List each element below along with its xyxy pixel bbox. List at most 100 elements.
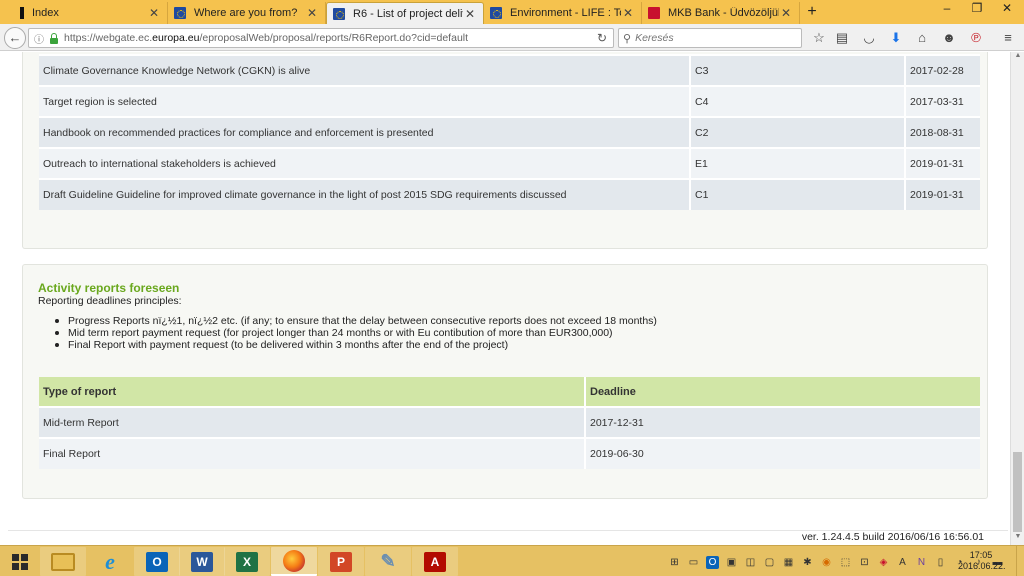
taskbar-outlook[interactable]: O (134, 547, 180, 576)
maximize-icon[interactable]: ❐ (962, 0, 992, 18)
menu-icon[interactable]: ≡ (999, 29, 1017, 47)
tab-close-icon[interactable]: ✕ (463, 7, 477, 21)
scrollbar-thumb[interactable] (1013, 452, 1022, 532)
table-row: Outreach to international stakeholders i… (39, 147, 980, 179)
tab-title: Environment - LIFE : Toolk... (510, 7, 621, 19)
taskbar-paint[interactable]: ✎ (365, 547, 411, 576)
onenote-icon[interactable]: N (915, 556, 928, 569)
back-arrow-icon[interactable]: ← (4, 27, 26, 49)
eu-flag-icon (490, 7, 502, 19)
calendar-icon[interactable]: ▦ (782, 556, 795, 569)
tab-mkb-bank[interactable]: MKB Bank - Üdvözöljük az... ✕ (642, 2, 800, 24)
taskbar-file-explorer[interactable] (40, 547, 86, 576)
tab-environment-life[interactable]: Environment - LIFE : Toolk... ✕ (484, 2, 642, 24)
deliverables-table: Climate Governance Knowledge Network (CG… (39, 54, 980, 210)
tab-close-icon[interactable]: ✕ (147, 6, 161, 20)
deliverable-name: Draft Guideline Guideline for improved c… (39, 178, 691, 210)
url-text[interactable]: https://webgate.ec.europa.eu/eproposalWe… (64, 32, 468, 44)
version-info: ver. 1.24.4.5 build 2016/06/16 16:56.01 (801, 531, 984, 543)
deliverable-date: 2019-01-31 (905, 147, 980, 179)
table-header-row: Type of report Deadline (39, 377, 980, 407)
paint-icon: ✎ (380, 551, 396, 571)
table-row: Final Report 2019-06-30 (39, 437, 980, 469)
pinterest-icon[interactable]: ℗ (967, 29, 985, 47)
principles-list: Progress Reports nï¿½1, nï¿½2 etc. (if a… (55, 315, 657, 351)
scroll-up-arrow-icon[interactable]: ▲ (1011, 52, 1024, 64)
reading-list-icon[interactable]: ▤ (833, 29, 851, 47)
url-domain: europa.eu (152, 32, 200, 44)
gear-icon[interactable]: ✱ (801, 556, 814, 569)
taskbar-word[interactable]: W (179, 547, 225, 576)
tab-where-are-you-from[interactable]: Where are you from? ✕ (168, 2, 326, 24)
deliverable-name: Handbook on recommended practices for co… (39, 116, 691, 148)
lock-icon[interactable] (48, 33, 60, 44)
vertical-scrollbar[interactable]: ▲ ▼ (1010, 52, 1024, 545)
url-prefix: https://webgate.ec. (64, 32, 153, 44)
table-row: Mid-term Report 2017-12-31 (39, 406, 980, 438)
taskbar-firefox[interactable] (271, 547, 317, 576)
minimize-icon[interactable]: – (932, 0, 962, 18)
bookmark-star-icon[interactable]: ☆ (810, 29, 828, 47)
index-favicon-icon (20, 7, 24, 19)
system-clock[interactable]: 17:05 2016.06.22. (958, 550, 1006, 572)
monitor-icon[interactable]: ▢ (763, 556, 776, 569)
reports-table: Type of report Deadline Mid-term Report … (39, 377, 980, 469)
start-button[interactable] (0, 546, 40, 576)
scroll-down-arrow-icon[interactable]: ▼ (1011, 533, 1024, 545)
search-bar[interactable]: ⚲ (618, 28, 802, 48)
file-explorer-icon (51, 552, 75, 571)
outlook-tray-icon[interactable]: O (706, 555, 719, 569)
a-letter-icon[interactable]: A (896, 556, 909, 569)
home-icon[interactable]: ⌂ (913, 29, 931, 47)
search-icon: ⚲ (623, 32, 632, 45)
excel-icon: X (236, 551, 258, 572)
list-item: Final Report with payment request (to be… (55, 339, 657, 351)
close-icon[interactable]: ✕ (992, 0, 1022, 18)
taskbar-internet-explorer[interactable]: e (87, 547, 133, 576)
report-type: Final Report (39, 437, 586, 469)
clock-time: 17:05 (969, 550, 993, 560)
table-row: Climate Governance Knowledge Network (CG… (39, 54, 980, 86)
security-icon[interactable]: ◉ (820, 556, 833, 569)
pocket-icon[interactable]: ◡ (860, 29, 878, 47)
deliverable-code: E1 (690, 147, 906, 179)
deliverables-panel: Climate Governance Knowledge Network (CG… (22, 52, 988, 249)
deliverable-date: 2017-02-28 (905, 54, 980, 86)
activity-reports-panel: Activity reports foreseen Reporting dead… (22, 264, 988, 499)
taskbar-acrobat[interactable]: A (412, 547, 458, 576)
window-icon[interactable]: ▭ (687, 556, 700, 569)
table-row: Target region is selected C4 2017-03-31 (39, 85, 980, 117)
usb-icon[interactable]: ⊡ (858, 556, 871, 569)
chat-icon[interactable]: ☻ (940, 29, 958, 47)
internet-explorer-icon: e (105, 548, 115, 574)
firefox-icon (283, 549, 305, 572)
reload-icon[interactable]: ↻ (597, 31, 607, 45)
tab-title: Index (32, 7, 59, 19)
url-bar[interactable]: ⓘ https://webgate.ec.europa.eu/eproposal… (28, 28, 614, 48)
taskbar-excel[interactable]: X (224, 547, 270, 576)
deliverable-name: Outreach to international stakeholders i… (39, 147, 691, 179)
taskbar-powerpoint[interactable]: P (318, 547, 364, 576)
report-type: Mid-term Report (39, 406, 586, 438)
windows-grid-icon[interactable]: ⊞ (668, 556, 681, 569)
tab-close-icon[interactable]: ✕ (621, 6, 635, 20)
url-path: /eproposalWeb/proposal/reports/R6Report.… (199, 32, 469, 44)
download-icon[interactable]: ⬇ (887, 29, 905, 47)
power-icon[interactable]: ▯ (934, 556, 947, 569)
device-icon[interactable]: ◫ (744, 556, 757, 569)
tab-close-icon[interactable]: ✕ (305, 6, 319, 20)
acrobat-icon: A (424, 551, 446, 572)
deliverable-date: 2017-03-31 (905, 85, 980, 117)
plus-icon[interactable]: + (803, 3, 821, 21)
chip-icon[interactable]: ⬚ (839, 556, 852, 569)
antivirus-icon[interactable]: ◈ (877, 556, 890, 569)
network-icon[interactable]: ▣ (725, 556, 738, 569)
report-deadline: 2017-12-31 (585, 406, 980, 438)
info-icon[interactable]: ⓘ (32, 31, 46, 46)
list-item: Progress Reports nï¿½1, nï¿½2 etc. (if a… (55, 315, 657, 327)
show-desktop-button[interactable] (1016, 546, 1024, 576)
tab-close-icon[interactable]: ✕ (779, 6, 793, 20)
tab-index[interactable]: Index ✕ (10, 2, 168, 24)
tab-r6-report[interactable]: R6 - List of project deliver... ✕ (326, 2, 484, 24)
search-input[interactable] (635, 32, 786, 44)
